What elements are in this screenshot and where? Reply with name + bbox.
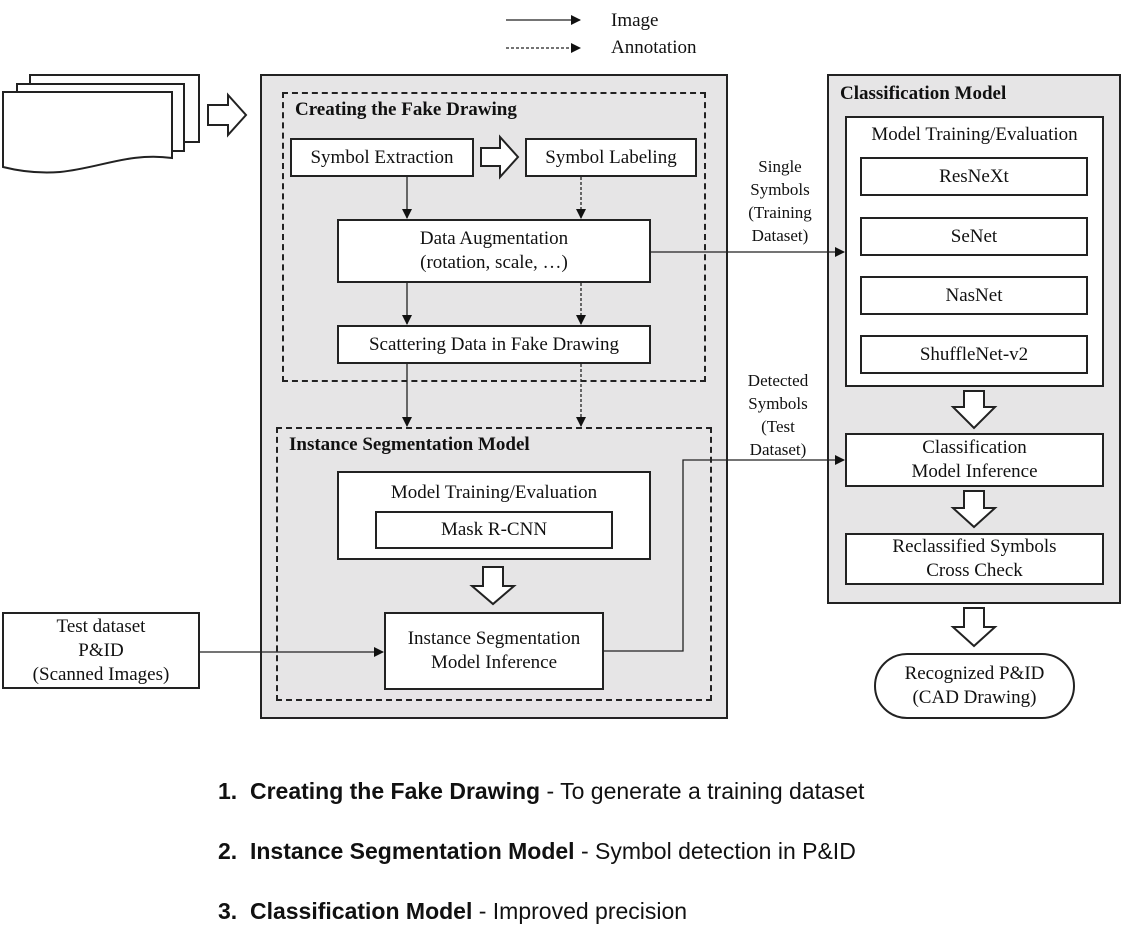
block-arrow-down-icon (950, 490, 998, 529)
caption-1-rest: - To generate a training dataset (540, 778, 865, 804)
caption-3-rest: - Improved precision (472, 898, 688, 924)
caption-3-bold: Classification Model (249, 898, 473, 924)
caption-3: 3. Classification Model - Improved preci… (218, 898, 687, 925)
block-arrow-right-icon (207, 92, 248, 138)
caption-1-num: 1. (218, 778, 238, 804)
caption-2: 2. Instance Segmentation Model - Symbol … (218, 838, 856, 865)
block-arrow-down-icon (469, 566, 517, 606)
caption-2-bold: Instance Segmentation Model (249, 838, 575, 864)
block-arrow-right-icon (480, 134, 520, 180)
caption-2-rest: - Symbol detection in P&ID (574, 838, 856, 864)
caption-2-num: 2. (218, 838, 238, 864)
arrow-seg-inference-to-cls-inference (604, 455, 845, 652)
caption-3-num: 3. (218, 898, 238, 924)
block-arrow-down-icon (950, 607, 998, 648)
document-stack-icon (1, 74, 200, 174)
block-arrow-down-icon (950, 390, 998, 430)
caption-1: 1. Creating the Fake Drawing - To genera… (218, 778, 864, 805)
caption-1-bold: Creating the Fake Drawing (249, 778, 541, 804)
